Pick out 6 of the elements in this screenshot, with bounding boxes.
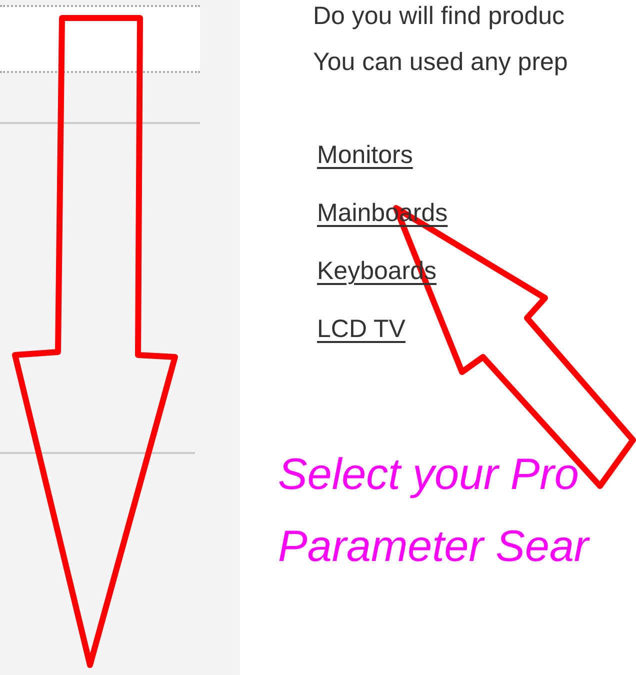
category-link[interactable]: LCD TV — [317, 312, 406, 346]
intro-text: Do you will find produc — [313, 1, 566, 32]
category-link[interactable]: Monitors — [317, 138, 413, 172]
callout-text: Select your Pro — [278, 449, 580, 501]
intro-text: You can used any prep — [313, 47, 569, 78]
callout-text: Parameter Sear — [278, 521, 589, 573]
